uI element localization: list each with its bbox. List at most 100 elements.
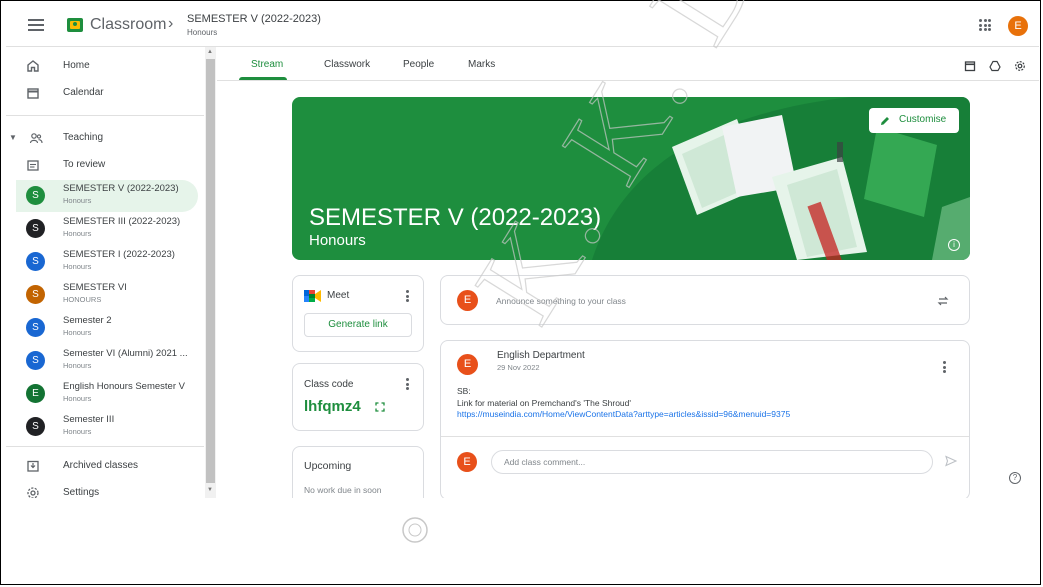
breadcrumb-class-subtitle: Honours <box>187 28 218 37</box>
top-bar: Classroom › SEMESTER V (2022-2023) Honou… <box>6 6 1039 47</box>
upcoming-card: Upcoming No work due in soon <box>292 446 424 498</box>
gear-icon <box>27 487 39 498</box>
sidebar-item-calendar[interactable]: Calendar <box>6 80 198 106</box>
class-code-card: Class code lhfqmz4 <box>292 363 424 431</box>
class-avatar: S <box>26 252 45 271</box>
class-comment-input[interactable]: Add class comment... <box>491 450 933 474</box>
main-menu-button[interactable] <box>26 16 46 36</box>
class-avatar: S <box>26 318 45 337</box>
class-subtitle: Honours <box>63 229 92 238</box>
sidebar-item-label: Calendar <box>63 87 104 98</box>
tab-bar: Stream Classwork People Marks <box>217 47 1039 81</box>
upcoming-label: Upcoming <box>304 460 352 472</box>
class-title: Semester 2 <box>63 315 112 326</box>
class-avatar: S <box>26 219 45 238</box>
sidebar-class-semester-i[interactable]: S SEMESTER I (2022-2023) Honours <box>16 246 198 278</box>
tab-marks[interactable]: Marks <box>468 59 495 70</box>
caret-down-icon[interactable]: ▼ <box>9 133 17 142</box>
upcoming-empty-text: No work due in soon <box>304 485 382 495</box>
sidebar-item-label: Teaching <box>63 132 104 143</box>
sidebar-item-label: Archived classes <box>63 460 139 471</box>
customise-label: Customise <box>899 114 947 125</box>
more-vert-icon[interactable] <box>406 290 410 304</box>
class-subtitle: Honours <box>63 361 92 370</box>
class-banner: Customise SEMESTER V (2022-2023) Honours… <box>292 97 970 260</box>
class-title: SEMESTER VI <box>63 282 127 293</box>
calendar-icon <box>27 88 39 99</box>
post-link[interactable]: https://museindia.com/Home/ViewContentDa… <box>457 409 790 419</box>
classroom-logo-icon[interactable] <box>67 18 83 32</box>
scrollbar-thumb[interactable] <box>206 59 215 483</box>
breadcrumb-class-title[interactable]: SEMESTER V (2022-2023) <box>187 13 321 25</box>
sidebar-item-settings[interactable]: Settings <box>6 480 198 498</box>
sidebar-item-teaching[interactable]: ▼ Teaching <box>6 125 198 151</box>
announce-card[interactable]: E Announce something to your class <box>440 275 970 325</box>
sidebar-item-label: To review <box>63 159 106 170</box>
sidebar-item-to-review[interactable]: To review <box>6 152 198 178</box>
sidebar-class-english-honours[interactable]: E English Honours Semester V Honours <box>16 378 198 410</box>
app-title[interactable]: Classroom <box>90 16 166 34</box>
account-avatar[interactable]: E <box>1008 16 1028 36</box>
class-subtitle: Honours <box>63 328 92 337</box>
hamburger-line <box>28 24 44 26</box>
scroll-up-arrow-icon[interactable]: ▲ <box>207 49 213 55</box>
classroom-app: Classroom › SEMESTER V (2022-2023) Honou… <box>6 6 1039 498</box>
pencil-icon <box>881 117 889 125</box>
sidebar-item-label: Home <box>63 60 90 71</box>
user-avatar: E <box>457 290 478 311</box>
class-avatar: S <box>26 285 45 304</box>
tab-classwork[interactable]: Classwork <box>324 59 370 70</box>
class-subtitle: HONOURS <box>63 295 102 304</box>
chevron-right-icon: › <box>168 15 174 32</box>
review-folder-icon <box>27 160 39 171</box>
sidebar-class-semester-iii[interactable]: S SEMESTER III (2022-2023) Honours <box>16 213 198 245</box>
sidebar-scrollbar[interactable]: ▲ ▼ <box>205 47 216 498</box>
calendar-icon[interactable] <box>964 60 976 72</box>
generate-link-button[interactable]: Generate link <box>304 313 412 337</box>
sidebar-class-semester-vi[interactable]: S SEMESTER VI HONOURS <box>16 279 198 311</box>
google-apps-icon[interactable] <box>979 19 991 31</box>
customise-button[interactable]: Customise <box>869 108 959 133</box>
sidebar-class-semester-vi-alumni[interactable]: S Semester VI (Alumni) 2021 ... Honours <box>16 345 198 377</box>
help-icon[interactable]: ? <box>1009 472 1021 484</box>
class-subtitle: Honours <box>63 394 92 403</box>
archive-icon <box>27 460 39 472</box>
comment-avatar: E <box>457 452 477 472</box>
sidebar-class-semester-iii-b[interactable]: S Semester III Honours <box>16 411 198 443</box>
info-icon[interactable]: i <box>948 239 960 251</box>
post-author[interactable]: English Department <box>497 350 585 361</box>
sidebar-class-semester-v[interactable]: S SEMESTER V (2022-2023) Honours <box>16 180 198 212</box>
sidebar-item-home[interactable]: Home <box>6 53 198 79</box>
fullscreen-icon[interactable] <box>375 402 385 412</box>
class-title: SEMESTER III (2022-2023) <box>63 216 181 227</box>
sidebar: Home Calendar ▼ Teaching To review S SEM… <box>6 47 204 498</box>
post-author-avatar: E <box>457 354 478 375</box>
class-code-label: Class code <box>304 379 354 390</box>
post-date: 29 Nov 2022 <box>497 363 540 372</box>
meet-label: Meet <box>327 290 350 301</box>
class-title: English Honours Semester V <box>63 381 185 392</box>
tab-stream[interactable]: Stream <box>251 59 283 70</box>
class-title: Semester III <box>63 414 115 425</box>
tab-people[interactable]: People <box>403 59 434 70</box>
more-vert-icon[interactable] <box>406 378 410 392</box>
active-tab-indicator <box>239 77 287 80</box>
scroll-down-arrow-icon[interactable]: ▼ <box>207 487 213 493</box>
banner-class-title: SEMESTER V (2022-2023) <box>309 204 602 231</box>
class-subtitle: Honours <box>63 262 92 271</box>
drive-folder-icon[interactable] <box>989 60 1001 72</box>
post-card: E English Department 29 Nov 2022 SB: Lin… <box>440 340 970 498</box>
send-icon[interactable] <box>945 455 957 467</box>
more-vert-icon[interactable] <box>943 361 947 375</box>
divider <box>6 446 204 447</box>
sidebar-class-semester-2[interactable]: S Semester 2 Honours <box>16 312 198 344</box>
divider <box>441 436 969 437</box>
announce-placeholder[interactable]: Announce something to your class <box>496 296 626 306</box>
hamburger-line <box>28 29 44 31</box>
class-title: Semester VI (Alumni) 2021 ... <box>63 348 188 359</box>
class-subtitle: Honours <box>63 427 92 436</box>
class-settings-gear-icon[interactable] <box>1014 60 1026 72</box>
repost-icon[interactable] <box>937 295 949 307</box>
class-code-value: lhfqmz4 <box>304 398 361 415</box>
sidebar-item-archived[interactable]: Archived classes <box>6 453 198 479</box>
